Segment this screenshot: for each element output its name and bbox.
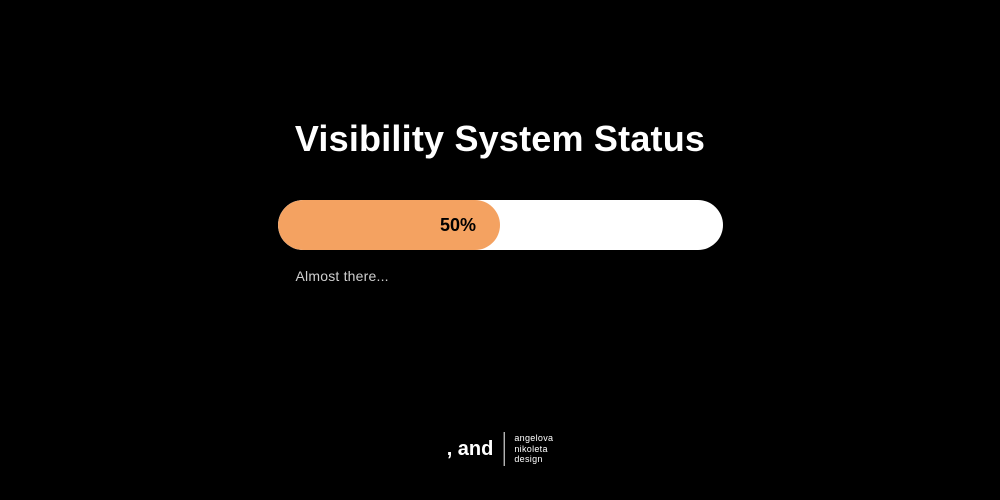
brand-logo: , and angelova nikoleta design [447,432,554,466]
status-text: Almost there... [278,268,723,284]
brand-right-text: angelova nikoleta design [514,433,553,465]
progress-bar: 50% [278,200,723,250]
progress-fill: 50% [278,200,501,250]
page-title: Visibility System Status [295,118,705,160]
brand-line-3: design [514,454,553,465]
brand-line-1: angelova [514,433,553,444]
progress-percent-label: 50% [440,215,476,236]
brand-line-2: nikoleta [514,444,553,455]
brand-divider [503,432,504,466]
brand-left-text: , and [447,438,494,461]
